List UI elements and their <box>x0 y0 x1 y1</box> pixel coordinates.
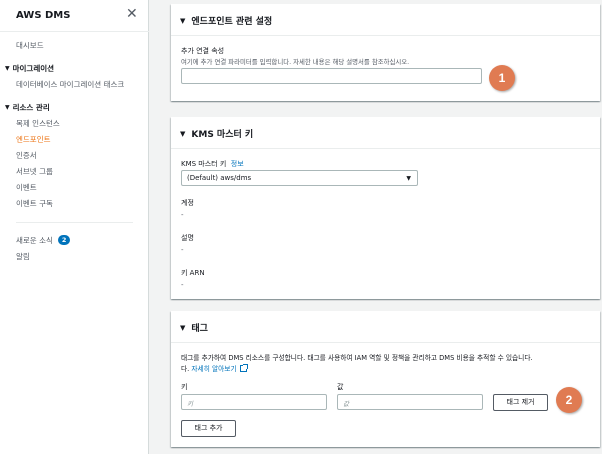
sidebar-group-resources[interactable]: ▼ 리소스 관리 <box>5 102 50 113</box>
key-arn-value: - <box>181 281 184 289</box>
caret-down-icon: ▼ <box>5 65 10 72</box>
sidebar-group-migration[interactable]: ▼ 마이그레이션 <box>5 63 54 74</box>
notification-badge: 2 <box>57 235 71 245</box>
account-label: 계정 <box>181 199 194 207</box>
sidebar-item-event-subscriptions[interactable]: 이벤트 구독 <box>16 198 53 209</box>
caret-down-icon: ▼ <box>180 130 186 138</box>
kms-master-key-panel: ▼ KMS 마스터 키 KMS 마스터 키 정보 (Default) aws/dm… <box>171 117 600 299</box>
sidebar-item-endpoints[interactable]: 엔드포인트 <box>16 134 51 145</box>
tag-key-header: 키 <box>181 383 188 391</box>
extra-connection-attributes-label: 추가 연결 속성 <box>181 47 225 55</box>
learn-more-link[interactable]: 자세히 알아보기 <box>191 365 236 373</box>
kms-key-label-text: KMS 마스터 키 <box>181 160 227 168</box>
kms-key-select[interactable]: (Default) aws/dms ▼ <box>181 170 418 186</box>
panel-title-text: 태그 <box>191 324 208 334</box>
sidebar-item-whats-new[interactable]: 새로운 소식 2 <box>16 235 71 246</box>
sidebar-item-events[interactable]: 이벤트 <box>16 182 37 193</box>
extra-connection-attributes-input[interactable] <box>181 68 482 84</box>
description-label: 설명 <box>181 234 194 242</box>
endpoint-settings-panel: ▼ 엔드포인트 관련 설정 추가 연결 속성 여기에 추가 연결 파라미터를 입력… <box>171 4 600 101</box>
panel-title-text: KMS 마스터 키 <box>191 130 254 140</box>
panel-header[interactable]: ▼ 엔드포인트 관련 설정 <box>171 4 600 36</box>
info-link[interactable]: 정보 <box>231 160 244 168</box>
side-navigation: AWS DMS ✕ 대시보드 ▼ 마이그레이션 데이터베이스 마이그레이션 태스크… <box>0 0 149 454</box>
key-arn-label: 키 ARN <box>181 269 205 277</box>
description-value: - <box>181 246 184 254</box>
caret-down-icon: ▼ <box>5 104 10 111</box>
panel-title: ▼ 엔드포인트 관련 설정 <box>180 14 272 27</box>
sidebar-item-dashboard[interactable]: 대시보드 <box>16 40 44 51</box>
external-link-icon <box>239 364 248 372</box>
caret-down-icon: ▼ <box>180 17 186 25</box>
callout-marker-2: 2 <box>556 387 582 413</box>
learn-more-row: 다. 자세히 알아보기 <box>181 363 248 373</box>
panel-title: ▼ KMS 마스터 키 <box>180 127 253 140</box>
tag-key-input[interactable]: 키 <box>181 394 327 410</box>
add-tag-button[interactable]: 태그 추가 <box>181 420 236 437</box>
sidebar-item-label: 새로운 소식 <box>16 236 53 245</box>
caret-down-icon: ▼ <box>180 324 186 332</box>
sidebar-title[interactable]: AWS DMS <box>16 10 70 21</box>
panel-header[interactable]: ▼ 태그 <box>171 311 600 343</box>
panel-title-text: 엔드포인트 관련 설정 <box>191 17 273 27</box>
sidebar-item-replication-instances[interactable]: 복제 인스턴스 <box>16 118 60 129</box>
tags-panel: ▼ 태그 태그를 추가하여 DMS 리소스를 구성합니다. 태그를 사용하여 IA… <box>171 311 600 447</box>
sidebar-item-certificates[interactable]: 인증서 <box>16 150 37 161</box>
tag-value-input[interactable]: 값 <box>337 394 483 410</box>
remove-tag-button[interactable]: 태그 제거 <box>493 394 548 411</box>
caret-down-icon: ▼ <box>406 175 411 182</box>
panel-header[interactable]: ▼ KMS 마스터 키 <box>171 117 600 149</box>
sidebar-header: AWS DMS ✕ <box>0 0 149 32</box>
kms-key-label: KMS 마스터 키 정보 <box>181 159 244 169</box>
tag-value-header: 값 <box>337 383 344 391</box>
account-value: - <box>181 211 184 219</box>
sidebar-item-notifications[interactable]: 알림 <box>16 251 30 262</box>
close-icon[interactable]: ✕ <box>126 7 138 21</box>
callout-marker-1: 1 <box>489 65 515 91</box>
sidebar-group-label: 리소스 관리 <box>12 103 50 112</box>
kms-key-selected-value: (Default) aws/dms <box>187 174 252 182</box>
extra-connection-attributes-description: 여기에 추가 연결 파라미터를 입력합니다. 자세한 내용은 해당 설명서를 참… <box>181 58 410 66</box>
sidebar-item-db-migration-tasks[interactable]: 데이터베이스 마이그레이션 태스크 <box>16 79 124 90</box>
tags-description: 태그를 추가하여 DMS 리소스를 구성합니다. 태그를 사용하여 IAM 역할… <box>181 354 533 362</box>
sidebar-group-label: 마이그레이션 <box>12 64 55 73</box>
sidebar-divider <box>16 222 133 223</box>
sidebar-item-subnet-groups[interactable]: 서브넷 그룹 <box>16 166 53 177</box>
panel-title: ▼ 태그 <box>180 321 208 334</box>
